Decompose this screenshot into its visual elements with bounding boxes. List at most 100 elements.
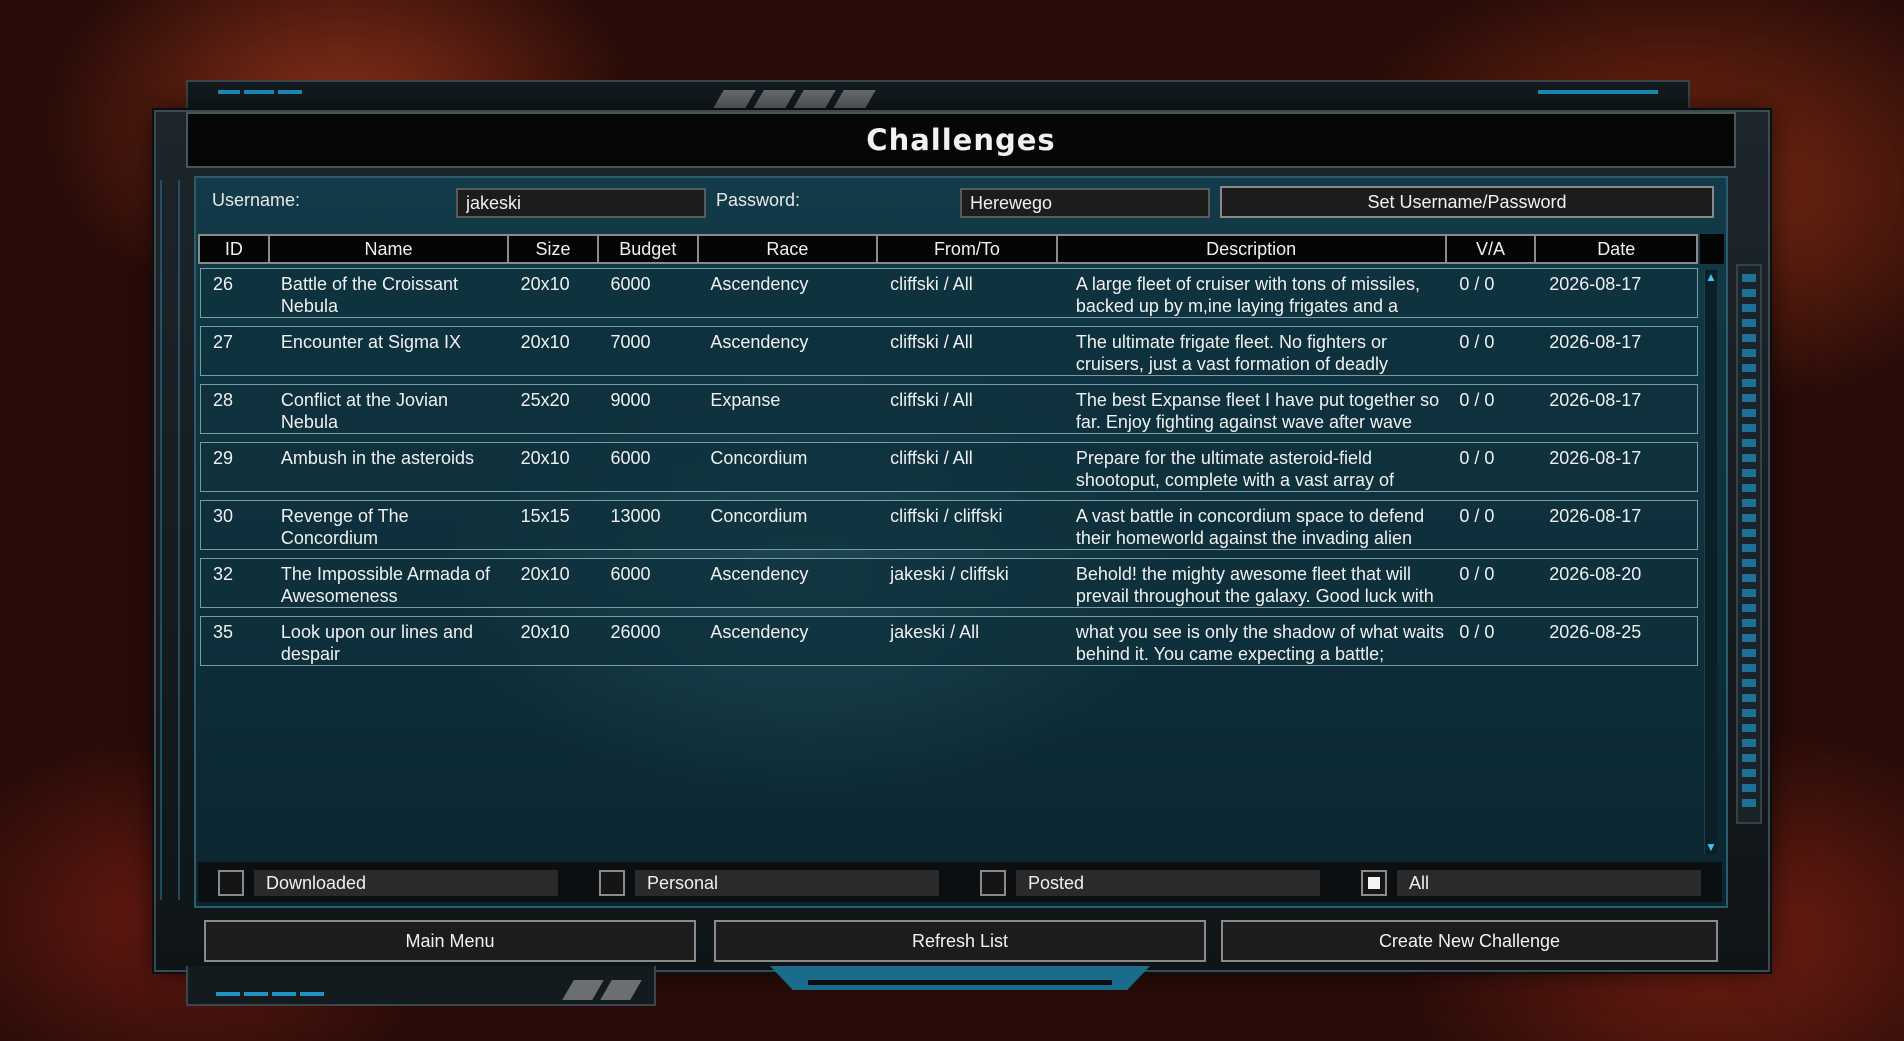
- rail-tick: [1742, 604, 1756, 612]
- cell-size: 20x10: [520, 274, 570, 294]
- set-credentials-button[interactable]: Set Username/Password: [1220, 186, 1714, 218]
- frame-stripe: [300, 992, 324, 996]
- column-header[interactable]: Size: [509, 236, 599, 262]
- cell-budget: 6000: [610, 274, 651, 294]
- rail-tick: [1742, 724, 1756, 732]
- scroll-down-icon[interactable]: ▼: [1705, 840, 1717, 854]
- cell-from-to: cliffski / All: [890, 274, 973, 294]
- frame-stripe: [244, 90, 274, 94]
- rail-tick: [1742, 754, 1756, 762]
- cell-from-to: jakeski / cliffski: [890, 564, 1009, 584]
- cell-date: 2026-08-17: [1549, 332, 1642, 352]
- cell-date: 2026-08-25: [1549, 622, 1642, 642]
- cell-date: 2026-08-17: [1549, 448, 1642, 468]
- cell-id: 27: [213, 332, 234, 352]
- rail-tick: [1742, 709, 1756, 717]
- table-header-filler: [1700, 234, 1724, 264]
- filter-checkbox[interactable]: [218, 870, 244, 896]
- column-header[interactable]: V/A: [1447, 236, 1537, 262]
- frame-bottom-decoration: [186, 966, 656, 1006]
- rail-tick: [1742, 409, 1756, 417]
- rail-tick: [1742, 379, 1756, 387]
- username-input[interactable]: [456, 188, 706, 218]
- cell-from-to: cliffski / All: [890, 448, 973, 468]
- refresh-list-button[interactable]: Refresh List: [714, 920, 1206, 962]
- cell-description: A large fleet of cruiser with tons of mi…: [1075, 274, 1420, 316]
- table-row[interactable]: 26 Battle of the Croissant Nebula 20x10 600…: [200, 268, 1698, 318]
- cell-va: 0 / 0: [1459, 332, 1495, 352]
- cell-date: 2026-08-17: [1549, 390, 1642, 410]
- table-row[interactable]: 32 The Impossible Armada of Awesomeness 20…: [200, 558, 1698, 608]
- cell-description: The ultimate frigate fleet. No fighters …: [1075, 332, 1388, 374]
- rail-tick: [1742, 424, 1756, 432]
- rail-tick: [1742, 394, 1756, 402]
- frame-slash: [600, 980, 642, 1000]
- cell-description: Prepare for the ultimate asteroid-field …: [1075, 448, 1395, 490]
- rail-tick: [1742, 364, 1756, 372]
- frame-slash: [562, 980, 604, 1000]
- cell-race: Concordium: [710, 506, 808, 526]
- cell-id: 32: [213, 564, 234, 584]
- rail-tick: [1742, 544, 1756, 552]
- column-header[interactable]: Race: [699, 236, 879, 262]
- cell-name: Look upon our lines and despair: [280, 622, 474, 664]
- rail-tick: [1742, 439, 1756, 447]
- column-header[interactable]: Date: [1536, 236, 1696, 262]
- cell-size: 20x10: [520, 564, 570, 584]
- table-row[interactable]: 30 Revenge of The Concordium 15x15 13000 Con…: [200, 500, 1698, 550]
- challenges-panel: Username: Password: Set Username/Passwor…: [194, 176, 1728, 908]
- list-scrollbar[interactable]: ▲ ▼: [1704, 270, 1717, 854]
- password-label: Password:: [716, 190, 801, 210]
- table-row[interactable]: 28 Conflict at the Jovian Nebula 25x20 9000…: [200, 384, 1698, 434]
- cell-id: 26: [213, 274, 234, 294]
- password-input[interactable]: [960, 188, 1210, 218]
- cell-id: 35: [213, 622, 234, 642]
- cell-name: Encounter at Sigma IX: [280, 332, 462, 352]
- rail-tick: [1742, 574, 1756, 582]
- cell-size: 20x10: [520, 622, 570, 642]
- column-header[interactable]: Description: [1058, 236, 1447, 262]
- table-row[interactable]: 29 Ambush in the asteroids 20x10 6000 Concor…: [200, 442, 1698, 492]
- cell-va: 0 / 0: [1459, 622, 1495, 642]
- cell-date: 2026-08-17: [1549, 274, 1642, 294]
- filter-label: Personal: [635, 870, 939, 896]
- cell-name: Conflict at the Jovian Nebula: [280, 390, 449, 432]
- table-row[interactable]: 35 Look upon our lines and despair 20x10 26…: [200, 616, 1698, 666]
- rail-tick: [1742, 694, 1756, 702]
- cell-va: 0 / 0: [1459, 506, 1495, 526]
- cell-budget: 9000: [610, 390, 651, 410]
- frame-slash: [792, 90, 836, 110]
- frame-stripe: [1538, 90, 1658, 94]
- filter-checkbox[interactable]: [599, 870, 625, 896]
- cell-id: 28: [213, 390, 234, 410]
- filter-checkbox[interactable]: [1361, 870, 1387, 896]
- cell-budget: 13000: [610, 506, 661, 526]
- cell-id: 30: [213, 506, 234, 526]
- rail-tick: [1742, 664, 1756, 672]
- cell-description: Behold! the mighty awesome fleet that wi…: [1075, 564, 1434, 606]
- column-header[interactable]: ID: [200, 236, 270, 262]
- rail-tick: [1742, 334, 1756, 342]
- main-menu-button[interactable]: Main Menu: [204, 920, 696, 962]
- filter-checkbox[interactable]: [980, 870, 1006, 896]
- frame-stripe: [272, 992, 296, 996]
- column-header[interactable]: Name: [270, 236, 510, 262]
- scroll-up-icon[interactable]: ▲: [1705, 270, 1717, 284]
- create-challenge-button[interactable]: Create New Challenge: [1221, 920, 1718, 962]
- table-row[interactable]: 27 Encounter at Sigma IX 20x10 7000 Ascenden…: [200, 326, 1698, 376]
- cell-size: 20x10: [520, 332, 570, 352]
- rail-tick: [1742, 559, 1756, 567]
- username-label: Username:: [212, 190, 301, 210]
- column-header[interactable]: Budget: [599, 236, 699, 262]
- column-header[interactable]: From/To: [878, 236, 1058, 262]
- cell-race: Ascendency: [710, 564, 809, 584]
- cell-race: Concordium: [710, 448, 808, 468]
- cell-va: 0 / 0: [1459, 274, 1495, 294]
- cell-budget: 26000: [610, 622, 661, 642]
- frame-slash: [712, 90, 756, 110]
- cell-name: Ambush in the asteroids: [280, 448, 475, 468]
- rail-tick: [1742, 649, 1756, 657]
- cell-id: 29: [213, 448, 234, 468]
- rail-tick: [1742, 499, 1756, 507]
- rail-tick: [1742, 319, 1756, 327]
